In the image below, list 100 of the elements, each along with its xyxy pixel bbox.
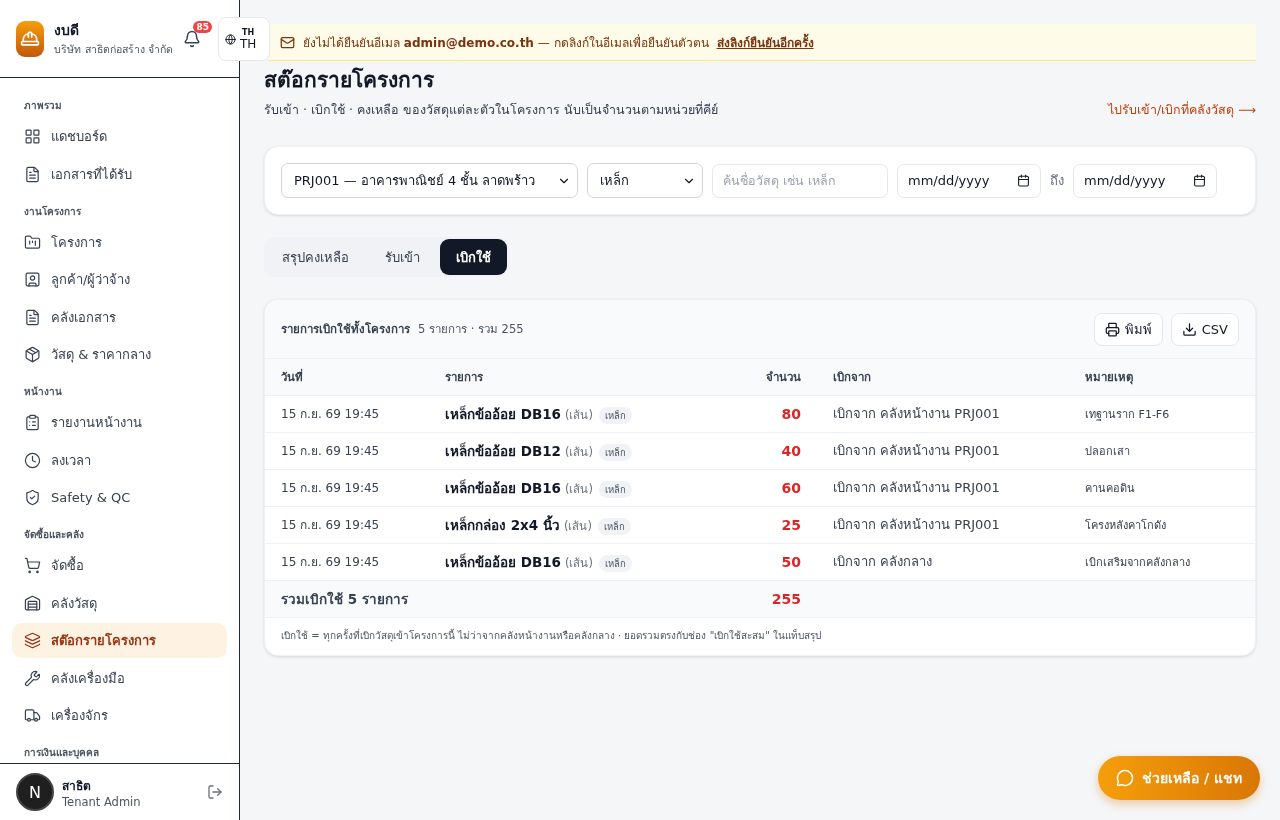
source-cell: เบิกจาก คลังกลาง: [833, 554, 933, 569]
print-button[interactable]: พิมพ์: [1093, 312, 1163, 346]
item-name: เหล็กข้ออ้อย DB16: [445, 479, 561, 496]
item-name: เหล็กกล่อง 2x4 นิ้ว: [445, 516, 560, 533]
printer-icon: [1104, 321, 1120, 337]
banner-text: ยังไม่ได้ยืนยันอีเมล admin@demo.co.th — กดลิงก์ในอีเมลเพื่อยืนยันตัวตน: [303, 33, 709, 52]
unit-label: (เส้น): [565, 407, 593, 422]
note-cell: โครงหลังคาโกดัง: [1085, 518, 1167, 532]
nav-item[interactable]: ลูกค้า/ผู้ว่าจ้าง: [12, 262, 227, 297]
project-select[interactable]: PRJ001 — อาคารพาณิชย์ 4 ชั้น ลาดพร้าว: [281, 163, 578, 198]
contact-card-icon: [24, 271, 41, 288]
nav-item[interactable]: คลังวัสดุ: [12, 585, 227, 621]
layers-icon: [24, 632, 41, 649]
nav-section-title: ภาพรวม: [23, 99, 63, 113]
globe-icon: [225, 33, 236, 45]
brand-name: งบดี: [54, 21, 81, 40]
document-icon: [24, 165, 41, 183]
quantity-cell: 25: [781, 516, 802, 533]
category-tag: เหล็ก: [598, 554, 632, 572]
nav-item[interactable]: รายงานหน้างาน: [12, 405, 227, 440]
date-cell: 15 ก.ย. 69 19:45: [281, 518, 380, 532]
quantity-cell: 80: [781, 405, 802, 422]
nav-section-title: จัดซื้อและคลัง: [23, 526, 85, 542]
search-field[interactable]: ค้นชื่อวัสดุ เช่น เหล็ก: [712, 163, 888, 198]
page-title: สต๊อกรายโครงการ: [264, 66, 435, 94]
logout-icon[interactable]: [207, 784, 223, 800]
wrench-icon: [24, 669, 41, 687]
nav-section-title: หน้างาน: [23, 385, 63, 399]
clipboard-icon: [24, 414, 41, 431]
tab[interactable]: เบิกใช้: [440, 239, 507, 275]
source-cell: เบิกจาก คลังหน้างาน PRJ001: [833, 517, 1000, 532]
item-name: เหล็กข้ออ้อย DB12: [445, 442, 561, 459]
nav-item[interactable]: เครื่องจักร: [12, 698, 227, 733]
notification-count: 85: [193, 20, 212, 33]
nav-item[interactable]: โครงการ: [12, 224, 227, 260]
dashboard-grid-icon: [24, 128, 41, 145]
nav-item[interactable]: Safety & QC: [12, 480, 227, 515]
document-icon: [24, 308, 41, 326]
nav-item[interactable]: แดชบอร์ด: [12, 119, 227, 154]
nav-item[interactable]: คลังเอกสาร: [12, 299, 227, 335]
user-role: Tenant Admin: [62, 794, 142, 809]
category-tag: เหล็ก: [598, 406, 632, 424]
calendar-icon: [1017, 174, 1030, 187]
cart-icon: [24, 557, 41, 574]
nav-item[interactable]: จัดซื้อ: [12, 548, 227, 583]
table-footnote: เบิกใช้ = ทุกครั้งที่เบิกวัสดุเข้าโครงการนี้ ไม่ว่าจากคลังหน้างานหรือคลังกลาง · ยอดรวมตรงกับช่อง "เบิกใช้สะสม" ในแท็บสรุป: [265, 617, 1255, 655]
column-header: จำนวน: [726, 359, 818, 395]
user-avatar: N: [16, 773, 54, 811]
column-header: วันที่: [265, 359, 429, 395]
quantity-cell: 40: [781, 442, 802, 459]
company-name: บริษัท สาธิตก่อสร้าง จำกัด: [54, 42, 173, 57]
category-tag: เหล็ก: [598, 480, 632, 498]
category-tag: เหล็ก: [598, 443, 632, 461]
source-cell: เบิกจาก คลังหน้างาน PRJ001: [833, 406, 1000, 421]
truck-icon: [24, 707, 41, 724]
note-cell: คานคอดิน: [1085, 481, 1136, 495]
column-header: เบิกจาก: [817, 359, 1070, 395]
source-cell: เบิกจาก คลังหน้างาน PRJ001: [833, 443, 1000, 458]
item-name: เหล็กข้ออ้อย DB16: [445, 553, 561, 570]
tab[interactable]: สรุปคงเหลือ: [266, 239, 365, 275]
chat-bubble-icon: [1116, 769, 1135, 787]
source-cell: เบิกจาก คลังหน้างาน PRJ001: [833, 480, 1000, 495]
nav-item[interactable]: คลังเครื่องมือ: [12, 660, 227, 696]
column-header: หมายเหตุ: [1069, 359, 1255, 395]
resend-link[interactable]: ส่งลิงก์ยืนยันอีกครั้ง: [716, 32, 814, 52]
note-cell: ปลอกเสา: [1085, 444, 1131, 458]
column-header: รายการ: [429, 359, 727, 395]
download-icon: [1181, 321, 1197, 337]
csv-button[interactable]: CSV: [1170, 312, 1239, 346]
quantity-cell: 60: [781, 479, 802, 496]
warehouse-icon: [24, 594, 41, 612]
logo: [16, 20, 45, 57]
language-button[interactable]: TH TH: [218, 17, 270, 61]
date-from-field[interactable]: mm/dd/yyyy: [897, 163, 1041, 198]
clock-icon: [24, 451, 41, 469]
date-cell: 15 ก.ย. 69 19:45: [281, 481, 380, 495]
note-cell: เทฐานราก F1-F6: [1085, 407, 1170, 421]
shield-check-icon: [24, 489, 41, 506]
tab[interactable]: รับเข้า: [369, 239, 436, 275]
date-to-field[interactable]: mm/dd/yyyy: [1073, 163, 1217, 198]
total-label: รวมเบิกใช้ 5 รายการ: [281, 590, 408, 607]
item-name: เหล็กข้ออ้อย DB16: [445, 405, 561, 422]
category-tag: เหล็ก: [597, 517, 631, 535]
page-subtitle: รับเข้า · เบิกใช้ · คงเหลือ ของวัสดุแต่ละตัวในโครงการ นับเป็นจำนวนตามหน่วยที่คีย์: [264, 100, 718, 120]
quantity-cell: 50: [781, 553, 802, 570]
nav-section-title: งานโครงการ: [23, 204, 82, 219]
nav-item[interactable]: วัสดุ & ราคากลาง: [12, 337, 227, 372]
notification-icon[interactable]: [183, 29, 201, 48]
warehouse-link[interactable]: ไปรับเข้า/เบิกที่คลังวัสดุ ⟶: [1107, 100, 1256, 120]
unit-label: (เส้น): [565, 555, 593, 570]
box-icon: [24, 346, 41, 363]
unit-label: (เส้น): [565, 481, 593, 496]
category-select[interactable]: เหล็ก: [587, 163, 703, 198]
user-name: สาธิต: [62, 777, 92, 795]
nav-section-title: การเงินและบุคคล: [23, 746, 100, 761]
mail-icon: [280, 34, 295, 50]
note-cell: เบิกเสริมจากคลังกลาง: [1085, 555, 1191, 569]
nav-item[interactable]: เอกสารที่ได้รับ: [12, 156, 227, 192]
nav-item[interactable]: สต๊อกรายโครงการ: [12, 623, 227, 658]
nav-item[interactable]: ลงเวลา: [12, 442, 227, 478]
